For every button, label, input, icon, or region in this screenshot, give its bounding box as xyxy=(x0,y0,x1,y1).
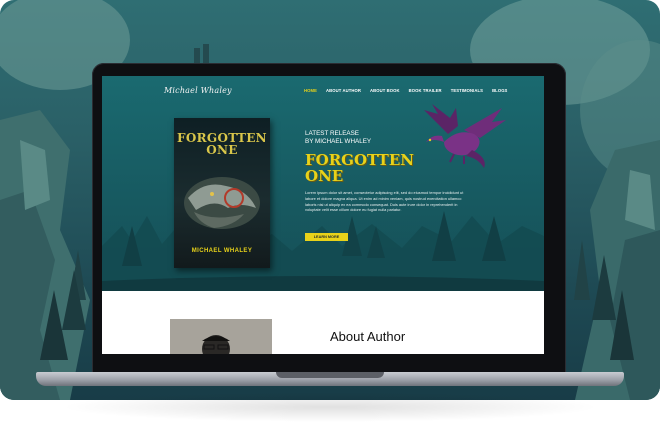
site-logo[interactable]: Michael Whaley xyxy=(164,86,232,95)
hero-title-line2: ONE xyxy=(305,167,344,185)
main-navigation: HOME ABOUT AUTHOR ABOUT BOOK BOOK TRAILE… xyxy=(304,88,507,93)
nav-book-trailer[interactable]: BOOK TRAILER xyxy=(409,88,442,93)
card-shadow xyxy=(60,392,600,422)
laptop-notch xyxy=(276,372,384,378)
nav-home[interactable]: HOME xyxy=(304,88,317,93)
dragon-icon xyxy=(424,104,506,168)
hero-book-title: FORGOTTEN ONE xyxy=(305,152,414,184)
learn-more-button[interactable]: LEARN MORE xyxy=(305,233,348,241)
laptop-screen: Michael Whaley HOME ABOUT AUTHOR ABOUT B… xyxy=(102,76,544,354)
nav-about-book[interactable]: ABOUT BOOK xyxy=(370,88,400,93)
release-heading: LATEST RELEASE BY MICHAEL WHALEY xyxy=(305,130,371,146)
hero-title-line1: FORGOTTEN xyxy=(305,151,414,169)
hero-description: Lorem ipsum dolor sit amet, consectetur … xyxy=(305,190,464,213)
about-author-title: About Author xyxy=(330,329,406,344)
book-cover-title: FORGOTTEN ONE xyxy=(174,132,270,156)
book-cover-title-line2: ONE xyxy=(206,143,238,157)
release-line-2: BY MICHAEL WHALEY xyxy=(305,138,372,145)
nav-testimonials[interactable]: TESTIMONIALS xyxy=(451,88,483,93)
hero-section: Michael Whaley HOME ABOUT AUTHOR ABOUT B… xyxy=(102,76,544,291)
release-line-1: LATEST RELEASE xyxy=(305,130,360,137)
book-cover[interactable]: FORGOTTEN ONE MICHAEL WHALEY xyxy=(174,118,270,268)
book-cover-author: MICHAEL WHALEY xyxy=(191,248,253,254)
nav-blogs[interactable]: BLOGS xyxy=(492,88,507,93)
dragon-cover-art-icon xyxy=(184,177,260,229)
nav-about-author[interactable]: ABOUT AUTHOR xyxy=(326,88,361,93)
about-author-section: About Author xyxy=(102,291,544,354)
author-photo xyxy=(170,319,272,354)
author-portrait-icon xyxy=(170,319,272,354)
